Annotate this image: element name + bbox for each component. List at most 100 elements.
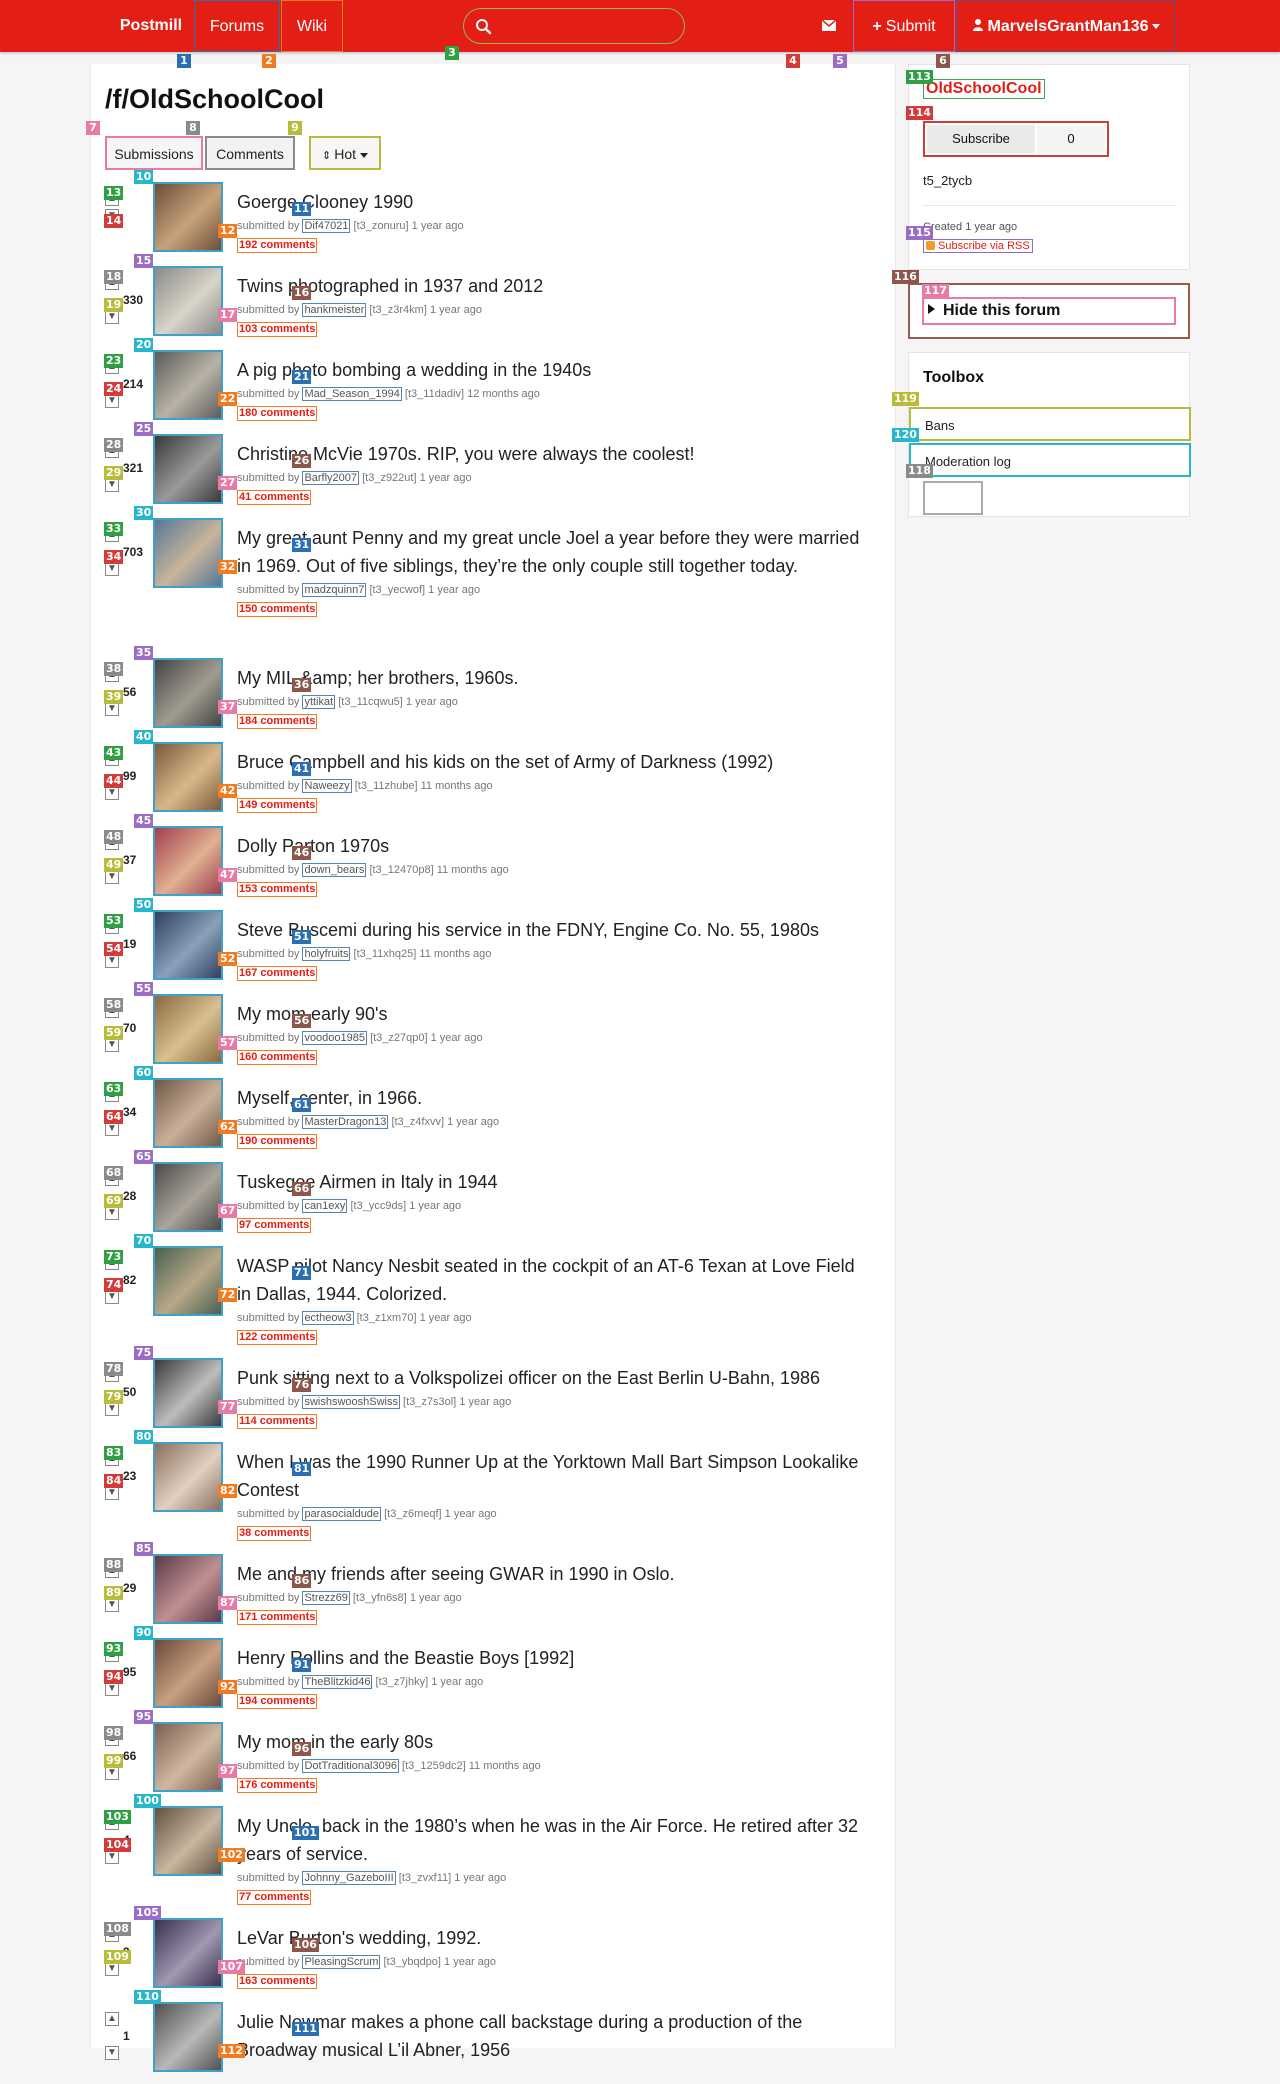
comments-link[interactable]: 194 comments bbox=[237, 1694, 318, 1709]
downvote-icon[interactable]: ▼ bbox=[105, 1206, 119, 1220]
submission-title[interactable]: My Uncle, back in the 1980’s when he was… bbox=[237, 1812, 861, 1868]
brand-link[interactable]: Postmill bbox=[106, 0, 196, 52]
author-link[interactable]: madzquinn7 bbox=[302, 583, 367, 597]
author-link[interactable]: swishswooshSwiss bbox=[302, 1395, 400, 1409]
submission-thumbnail[interactable] bbox=[153, 350, 223, 420]
submission-title[interactable]: Christine McVie 1970s. RIP, you were alw… bbox=[237, 440, 861, 468]
submission-title[interactable]: When I was the 1990 Runner Up at the Yor… bbox=[237, 1448, 861, 1504]
submission-thumbnail[interactable] bbox=[153, 1918, 223, 1988]
comments-link[interactable]: 122 comments bbox=[237, 1330, 318, 1345]
comments-link[interactable]: 97 comments bbox=[237, 1218, 312, 1233]
submission-title[interactable]: Steve Buscemi during his service in the … bbox=[237, 916, 861, 944]
submission-thumbnail[interactable] bbox=[153, 182, 223, 252]
downvote-icon[interactable]: ▼ bbox=[105, 1402, 119, 1416]
comments-link[interactable]: 180 comments bbox=[237, 406, 318, 421]
downvote-icon[interactable]: ▼ bbox=[105, 1486, 119, 1500]
search-input[interactable] bbox=[498, 13, 674, 39]
submission-title[interactable]: My great aunt Penny and my great uncle J… bbox=[237, 524, 861, 580]
comments-link[interactable]: 38 comments bbox=[237, 1526, 312, 1541]
submission-thumbnail[interactable] bbox=[153, 1442, 223, 1512]
submission-title[interactable]: Dolly Parton 1970s bbox=[237, 832, 861, 860]
comments-link[interactable]: 103 comments bbox=[237, 322, 318, 337]
author-link[interactable]: Mad_Season_1994 bbox=[302, 387, 402, 401]
submission-title[interactable]: Julie Newmar makes a phone call backstag… bbox=[237, 2008, 861, 2064]
comments-link[interactable]: 184 comments bbox=[237, 714, 318, 729]
tab-comments[interactable]: Comments bbox=[205, 136, 295, 170]
comments-link[interactable]: 176 comments bbox=[237, 1778, 318, 1793]
submission-thumbnail[interactable] bbox=[153, 1638, 223, 1708]
submission-title[interactable]: Goerge Clooney 1990 bbox=[237, 188, 861, 216]
search-box[interactable] bbox=[463, 8, 685, 44]
toolbox-bans-link[interactable]: Bans bbox=[909, 407, 1191, 441]
hide-forum-toggle[interactable]: Hide this forum bbox=[922, 297, 1176, 325]
toolbox-moderation-log-link[interactable]: Moderation log bbox=[909, 443, 1191, 477]
author-link[interactable]: Dif47021 bbox=[302, 219, 351, 233]
author-link[interactable]: can1exy bbox=[302, 1199, 348, 1213]
downvote-icon[interactable]: ▼ bbox=[105, 786, 119, 800]
submission-thumbnail[interactable] bbox=[153, 266, 223, 336]
downvote-icon[interactable]: ▼ bbox=[105, 478, 119, 492]
submission-title[interactable]: Henry Rollins and the Beastie Boys [1992… bbox=[237, 1644, 861, 1672]
submission-thumbnail[interactable] bbox=[153, 1358, 223, 1428]
submission-title[interactable]: A pig photo bombing a wedding in the 194… bbox=[237, 356, 861, 384]
author-link[interactable]: PleasingScrum bbox=[302, 1955, 381, 1969]
comments-link[interactable]: 192 comments bbox=[237, 238, 318, 253]
submission-title[interactable]: My mom early 90's bbox=[237, 1000, 861, 1028]
downvote-icon[interactable]: ▼ bbox=[105, 1598, 119, 1612]
submission-thumbnail[interactable] bbox=[153, 2002, 223, 2072]
author-link[interactable]: parasocialdude bbox=[302, 1507, 382, 1521]
downvote-icon[interactable]: ▼ bbox=[105, 1682, 119, 1696]
downvote-icon[interactable]: ▼ bbox=[105, 1850, 119, 1864]
submission-thumbnail[interactable] bbox=[153, 1554, 223, 1624]
submission-thumbnail[interactable] bbox=[153, 1722, 223, 1792]
comments-link[interactable]: 160 comments bbox=[237, 1050, 318, 1065]
toolbox-empty-button[interactable] bbox=[923, 481, 983, 515]
downvote-icon[interactable]: ▼ bbox=[105, 562, 119, 576]
downvote-icon[interactable]: ▼ bbox=[105, 870, 119, 884]
sort-dropdown[interactable]: ⇕ Hot bbox=[309, 136, 381, 170]
submission-title[interactable]: Me and my friends after seeing GWAR in 1… bbox=[237, 1560, 861, 1588]
submission-thumbnail[interactable] bbox=[153, 826, 223, 896]
submission-thumbnail[interactable] bbox=[153, 1078, 223, 1148]
downvote-icon[interactable]: ▼ bbox=[105, 1038, 119, 1052]
comments-link[interactable]: 41 comments bbox=[237, 490, 312, 505]
comments-link[interactable]: 171 comments bbox=[237, 1610, 318, 1625]
submission-title[interactable]: Tuskegee Airmen in Italy in 1944 bbox=[237, 1168, 861, 1196]
messages-button[interactable] bbox=[805, 0, 853, 52]
tab-submissions[interactable]: Submissions bbox=[105, 136, 203, 170]
downvote-icon[interactable]: ▼ bbox=[105, 1290, 119, 1304]
submission-thumbnail[interactable] bbox=[153, 1806, 223, 1876]
author-link[interactable]: hankmeister bbox=[302, 303, 367, 317]
downvote-icon[interactable]: ▼ bbox=[105, 954, 119, 968]
submission-thumbnail[interactable] bbox=[153, 518, 223, 588]
submission-title[interactable]: Twins photographed in 1937 and 2012 bbox=[237, 272, 861, 300]
submission-title[interactable]: Myself, center, in 1966. bbox=[237, 1084, 861, 1112]
downvote-icon[interactable]: ▼ bbox=[105, 394, 119, 408]
downvote-icon[interactable]: ▼ bbox=[105, 702, 119, 716]
submission-thumbnail[interactable] bbox=[153, 658, 223, 728]
author-link[interactable]: TheBlitzkid46 bbox=[302, 1675, 373, 1689]
submission-title[interactable]: WASP pilot Nancy Nesbit seated in the co… bbox=[237, 1252, 861, 1308]
author-link[interactable]: ectheow3 bbox=[302, 1311, 354, 1325]
nav-wiki-link[interactable]: Wiki bbox=[281, 0, 343, 52]
downvote-icon[interactable]: ▼ bbox=[105, 1766, 119, 1780]
comments-link[interactable]: 150 comments bbox=[237, 602, 318, 617]
author-link[interactable]: voodoo1985 bbox=[302, 1031, 367, 1045]
submission-title[interactable]: Bruce Campbell and his kids on the set o… bbox=[237, 748, 861, 776]
author-link[interactable]: MasterDragon13 bbox=[302, 1115, 389, 1129]
author-link[interactable]: Barfly2007 bbox=[302, 471, 360, 485]
upvote-icon[interactable]: ▲ bbox=[105, 2012, 119, 2026]
author-link[interactable]: yttikat bbox=[302, 695, 336, 709]
submission-title[interactable]: Punk sitting next to a Volkspolizei offi… bbox=[237, 1364, 861, 1392]
author-link[interactable]: Strezz69 bbox=[302, 1591, 350, 1605]
author-link[interactable]: holyfruits bbox=[302, 947, 351, 961]
submission-thumbnail[interactable] bbox=[153, 742, 223, 812]
forum-name-link[interactable]: OldSchoolCool bbox=[923, 79, 1045, 99]
comments-link[interactable]: 153 comments bbox=[237, 882, 318, 897]
submission-title[interactable]: My MIL &amp; her brothers, 1960s. bbox=[237, 664, 861, 692]
subscribe-button[interactable]: Subscribe bbox=[927, 125, 1035, 153]
comments-link[interactable]: 114 comments bbox=[237, 1414, 317, 1429]
downvote-icon[interactable]: ▼ bbox=[105, 2046, 119, 2060]
downvote-icon[interactable]: ▼ bbox=[105, 310, 119, 324]
nav-forums-link[interactable]: Forums bbox=[194, 0, 280, 52]
